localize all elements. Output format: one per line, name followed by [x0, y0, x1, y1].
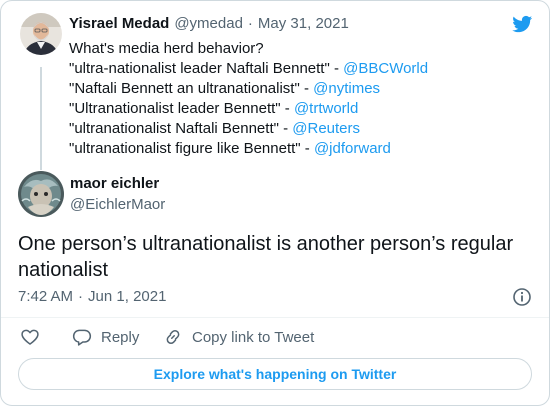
parent-tweet-header: Yisrael Medad @ymedad · May 31, 2021 — [69, 15, 349, 32]
reply-label: Reply — [101, 328, 140, 346]
link-icon — [163, 327, 183, 347]
line-text: "Naftali Bennett an ultranationalist" - — [69, 80, 314, 97]
reply-button[interactable]: Reply — [72, 327, 139, 347]
tweet-date: Jun 1, 2021 — [88, 288, 167, 305]
copy-link-button[interactable]: Copy link to Tweet — [163, 327, 314, 347]
tweet-line: "ultra-nationalist leader Naftali Bennet… — [69, 59, 428, 79]
reply-tweet-text: One person’s ultranationalist is another… — [18, 233, 514, 281]
avatar-yisrael-medad[interactable] — [20, 13, 62, 55]
divider — [1, 317, 549, 318]
info-icon[interactable] — [512, 287, 532, 307]
tweet-line: "ultranationalist Naftali Bennett" - @Re… — [69, 119, 428, 139]
mention-link[interactable]: @nytimes — [313, 80, 380, 97]
like-button[interactable] — [20, 327, 40, 347]
reply-author-block: maor eichler @EichlerMaor — [70, 175, 165, 213]
line-text: What's media herd behavior? — [69, 40, 264, 57]
line-text: "ultranationalist Naftali Bennett" - — [69, 120, 293, 137]
separator-dot: · — [247, 15, 253, 32]
tweet-line: "ultranationalist figure like Bennett" -… — [69, 139, 428, 159]
author-handle[interactable]: @EichlerMaor — [70, 196, 165, 213]
mention-link[interactable]: @Reuters — [292, 120, 360, 137]
thread-connector-line — [40, 67, 42, 170]
twitter-bird-icon[interactable] — [511, 14, 534, 34]
explore-twitter-button[interactable]: Explore what's happening on Twitter — [18, 358, 532, 390]
line-text: "Ultranationalist leader Bennett" - — [69, 100, 294, 117]
tweet-line: "Ultranationalist leader Bennett" - @trt… — [69, 99, 428, 119]
mention-link[interactable]: @BBCWorld — [343, 60, 428, 77]
copy-link-label: Copy link to Tweet — [192, 328, 315, 346]
separator-dot: · — [78, 288, 84, 305]
mention-link[interactable]: @jdforward — [314, 140, 391, 157]
reply-timestamp[interactable]: 7:42 AM · Jun 1, 2021 — [18, 288, 166, 305]
avatar-maor-eichler[interactable] — [18, 171, 64, 217]
author-name[interactable]: Yisrael Medad — [69, 15, 169, 32]
parent-tweet-text: What's media herd behavior? "ultra-natio… — [69, 39, 428, 159]
explore-label: Explore what's happening on Twitter — [153, 366, 397, 382]
author-name[interactable]: maor eichler — [70, 175, 165, 192]
mention-link[interactable]: @trtworld — [294, 100, 358, 117]
tweet-date[interactable]: May 31, 2021 — [258, 15, 349, 32]
heart-icon — [20, 327, 40, 347]
tweet-embed-card: Yisrael Medad @ymedad · May 31, 2021 Wha… — [0, 0, 550, 406]
tweet-time: 7:42 AM — [18, 288, 74, 305]
tweet-line: "Naftali Bennett an ultranationalist" - … — [69, 79, 428, 99]
author-handle[interactable]: @ymedad — [174, 15, 243, 32]
tweet-line: What's media herd behavior? — [69, 39, 428, 59]
line-text: "ultra-nationalist leader Naftali Bennet… — [69, 60, 344, 77]
line-text: "ultranationalist figure like Bennett" - — [69, 140, 314, 157]
reply-bubble-icon — [72, 327, 92, 347]
